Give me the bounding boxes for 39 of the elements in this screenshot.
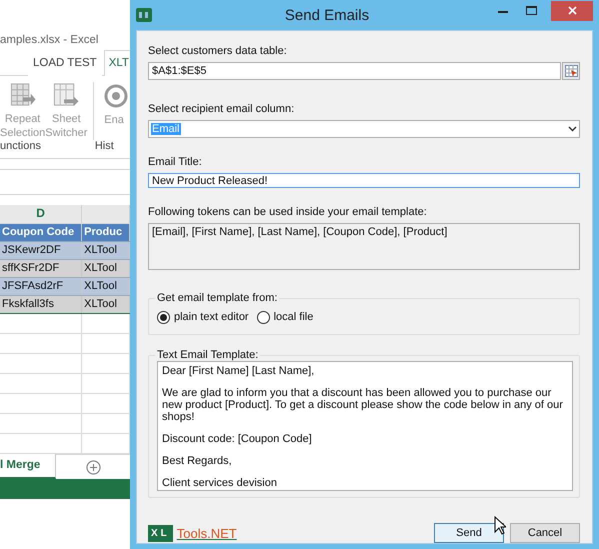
radio-label: plain text editor (174, 311, 249, 323)
table-cell: XLTool (82, 260, 130, 277)
field-label: Email Title: (148, 155, 203, 170)
range-field[interactable]: $A$1:$E$5 (148, 62, 561, 80)
template-paragraph: Discount code: [Coupon Code] (162, 433, 313, 445)
template-paragraph: Best Regards, (162, 455, 233, 467)
group-label: Text Email Template: (156, 349, 260, 361)
tokens-box: [Email], [First Name], [Last Name], [Coupon Code], [Product] (148, 223, 580, 270)
window-title: amples.xlsx - Excel (0, 33, 100, 48)
dialog-button[interactable]: Send (434, 523, 504, 543)
radio-label: local file (274, 311, 314, 323)
dialog-title: Send Emails (284, 6, 370, 24)
table-cell: Fkskfall3fs (0, 296, 82, 313)
table-cell: JSKewr2DF (0, 242, 82, 259)
radio-option[interactable]: local file (256, 306, 314, 328)
header-cell: Coupon Code (0, 224, 82, 241)
field-label: Select customers data table: (148, 44, 288, 59)
table-cell: XLTool (82, 296, 130, 313)
logo-wordmark: Tools.NET (176, 526, 237, 540)
logo-mark: XL (148, 524, 173, 542)
ribbon-tab[interactable]: XLT (104, 50, 130, 76)
template-paragraph: Dear [First Name] [Last Name], (162, 365, 316, 377)
field-label: Select recipient email column: (148, 102, 296, 117)
sheet-tab[interactable]: l Merge (0, 454, 56, 479)
group-label: Hist (94, 140, 115, 152)
table-cell: sffKSFr2DF (0, 260, 82, 277)
template-paragraph: Client services devision (162, 477, 278, 489)
table-cell: JFSFAsd2rF (0, 278, 82, 295)
group-label: unctions (0, 140, 42, 152)
dialog-button[interactable]: Cancel (510, 523, 580, 543)
table-cell: XLTool (82, 242, 130, 259)
field-label: Following tokens can be used inside your email template: (148, 205, 428, 220)
header-cell: Produc (82, 224, 130, 241)
table-cell: XLTool (82, 278, 130, 295)
group-label: Get email template from: (156, 292, 278, 304)
radio-option[interactable]: plain text editor (157, 306, 249, 328)
email-title-field[interactable]: New Product Released! (148, 173, 580, 188)
template-paragraph: We are glad to inform you that a discount has been allowed you to purchase our new product [Product]. To get a discount please show the code below in any of our shops! (162, 387, 564, 423)
column-header[interactable]: D (0, 205, 82, 223)
